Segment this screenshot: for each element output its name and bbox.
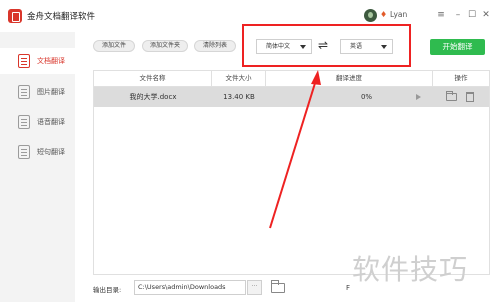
file-name-cell: 我的大学.docx	[129, 93, 177, 101]
add-folder-button[interactable]: 添加文件夹	[142, 40, 188, 52]
trash-icon[interactable]	[466, 92, 474, 102]
header-file-size: 文件大小	[212, 71, 266, 87]
image-icon	[18, 85, 30, 99]
header-actions: 操作	[454, 74, 468, 82]
sidebar-item-label: 图片翻译	[37, 88, 65, 96]
start-translate-button[interactable]: 开始翻译	[430, 39, 485, 55]
vip-badge-icon: ♦	[380, 10, 388, 19]
username[interactable]: Lyan	[390, 10, 407, 19]
progress-cell: 0%	[306, 87, 427, 107]
maximize-button[interactable]: ☐	[466, 8, 478, 22]
folder-icon[interactable]	[446, 91, 457, 101]
sidebar-item-document[interactable]: 文档翻译	[0, 48, 75, 74]
highlight-box	[242, 24, 411, 67]
watermark-text: 软件技巧	[352, 253, 469, 286]
output-directory-label: 输出目录:	[93, 286, 122, 294]
browse-button[interactable]: ···	[247, 280, 262, 295]
sentence-icon	[18, 145, 30, 159]
close-button[interactable]: ✕	[480, 8, 492, 22]
avatar[interactable]	[364, 9, 377, 22]
sidebar-item-label: 文档翻译	[37, 57, 65, 65]
play-icon[interactable]	[416, 94, 421, 100]
add-file-button[interactable]: 添加文件	[93, 40, 135, 52]
table-header: 文件名称 文件大小 翻译进度 操作	[94, 71, 489, 87]
sidebar-item-image[interactable]: 图片翻译	[0, 79, 75, 105]
file-size-cell: 13.40 KB	[223, 93, 255, 101]
progress-value: 0%	[360, 93, 373, 101]
clear-list-button[interactable]: 清除列表	[194, 40, 236, 52]
sidebar-item-label: 短句翻译	[37, 148, 65, 156]
sidebar-item-label: 语音翻译	[37, 118, 65, 126]
open-folder-icon[interactable]	[271, 280, 285, 293]
file-table: 文件名称 文件大小 翻译进度 操作 我的大学.docx 13.40 KB 0%	[93, 70, 490, 275]
sidebar-item-sentence[interactable]: 短句翻译	[0, 139, 75, 165]
document-icon	[18, 54, 30, 68]
app-logo-icon	[8, 9, 22, 23]
output-path-field[interactable]: C:\Users\admin\Downloads	[134, 280, 246, 295]
menu-button[interactable]: ≡	[435, 8, 447, 22]
app-title: 金舟文档翻译软件	[27, 12, 96, 22]
sidebar: 文档翻译 图片翻译 语音翻译 短句翻译	[0, 32, 75, 302]
header-file-name: 文件名称	[94, 71, 212, 87]
minimize-button[interactable]: –	[452, 8, 464, 22]
sidebar-item-voice[interactable]: 语音翻译	[0, 109, 75, 135]
header-progress: 翻译进度	[266, 71, 433, 87]
partial-text-icon: F	[346, 284, 351, 292]
table-row[interactable]: 我的大学.docx 13.40 KB 0%	[94, 87, 489, 107]
voice-icon	[18, 115, 30, 129]
